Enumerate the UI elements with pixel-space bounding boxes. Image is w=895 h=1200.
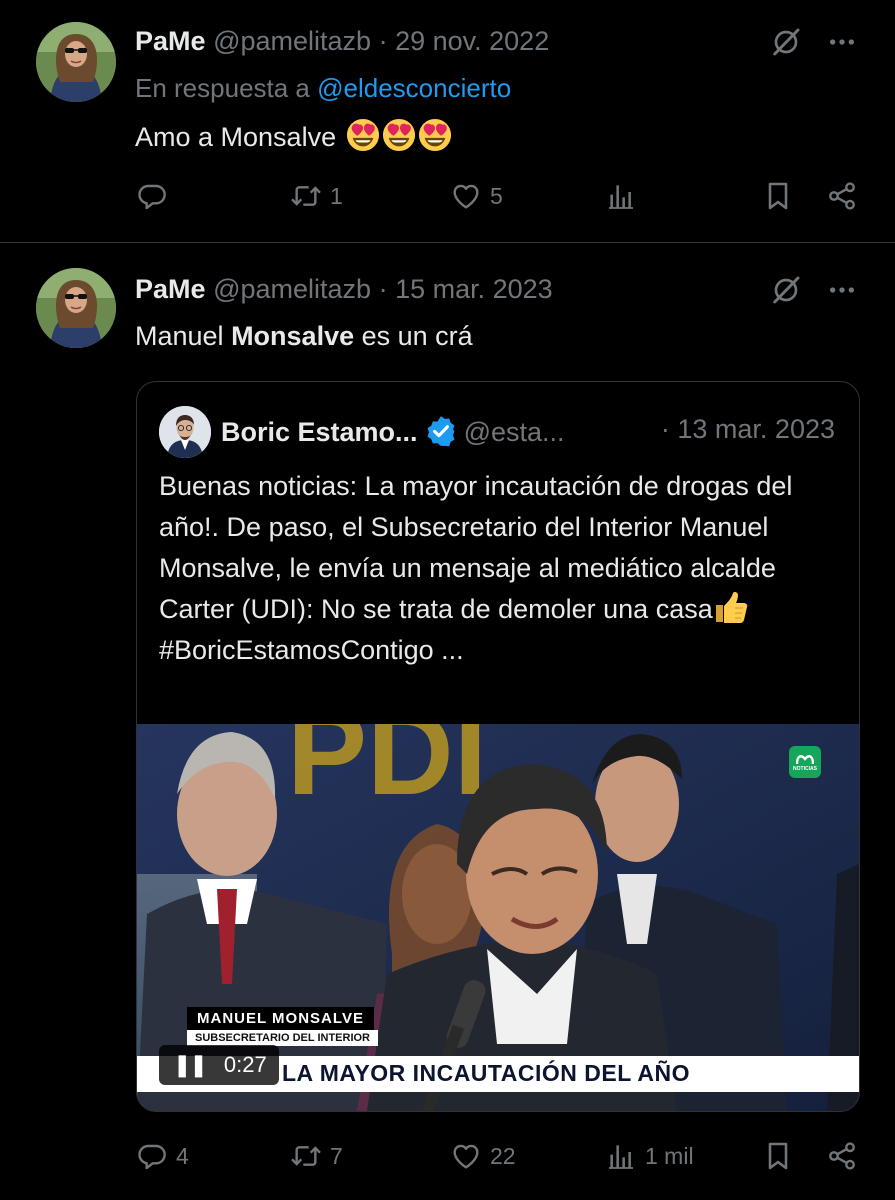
tweet-date[interactable]: 15 mar. 2023 — [395, 274, 553, 304]
reply-context: En respuesta a @eldesconcierto — [135, 73, 511, 104]
tweet-text-bold: Monsalve — [231, 321, 355, 351]
bookmark-icon — [762, 180, 794, 212]
tweet-text: Manuel Monsalve es un crá — [135, 321, 473, 352]
quoted-text-main: Buenas noticias: La mayor incautación de… — [159, 471, 793, 624]
retweet-button[interactable]: 7 — [290, 1140, 343, 1172]
retweet-count: 7 — [330, 1142, 343, 1169]
views-icon — [605, 180, 637, 212]
logo-text: NOTICIAS — [793, 765, 817, 772]
retweet-button[interactable]: 1 — [290, 180, 343, 212]
like-count: 5 — [490, 182, 503, 209]
avatar[interactable] — [159, 406, 211, 458]
share-button[interactable] — [826, 180, 858, 212]
video-player[interactable]: PDI NOTICIAS MANUEL MONSALVE SUBSECRETAR… — [137, 724, 859, 1111]
views-icon — [605, 1140, 637, 1172]
video-controls[interactable]: ❚❚ 0:27 — [159, 1045, 279, 1085]
more-icon[interactable] — [826, 274, 858, 311]
reply-count: 4 — [176, 1142, 189, 1169]
lower-third-name: MANUEL MONSALVE — [187, 1007, 374, 1030]
share-icon — [826, 180, 858, 212]
views-count: 1 mil — [645, 1142, 694, 1169]
views-button[interactable] — [605, 180, 637, 212]
tweet-header: PaMe @pamelitazb · 29 nov. 2022 — [135, 26, 549, 57]
reply-button[interactable] — [136, 180, 168, 212]
bookmark-button[interactable] — [762, 1140, 794, 1172]
channel-logo: NOTICIAS — [789, 746, 821, 778]
quoted-text-tail: #BoricEstamosContigo ... — [159, 635, 464, 665]
like-button[interactable]: 22 — [450, 1140, 516, 1172]
action-bar: 1 5 — [0, 180, 895, 220]
background-sign-text: PDI — [287, 724, 487, 820]
quoted-author-handle[interactable]: @esta... — [464, 417, 565, 447]
like-button[interactable]: 5 — [450, 180, 503, 212]
avatar[interactable] — [36, 268, 116, 348]
reply-prefix: En respuesta a — [135, 73, 310, 103]
heart-eyes-emoji — [382, 118, 416, 152]
tweet-1[interactable]: PaMe @pamelitazb · 29 nov. 2022 En respu… — [0, 0, 895, 242]
quoted-date[interactable]: · 13 mar. 2023 — [661, 414, 835, 445]
author-handle[interactable]: @pamelitazb — [213, 274, 371, 304]
bookmark-button[interactable] — [762, 180, 794, 212]
more-icon[interactable] — [826, 26, 858, 63]
tweet-text-part: es un crá — [354, 321, 473, 351]
heart-eyes-emoji — [346, 118, 380, 152]
views-button[interactable]: 1 mil — [605, 1140, 694, 1172]
quoted-author-name[interactable]: Boric Estamo... — [221, 417, 418, 447]
reply-icon — [136, 1140, 168, 1172]
tweet-header: PaMe @pamelitazb · 15 mar. 2023 — [135, 274, 553, 305]
action-bar: 4 7 22 1 mil — [0, 1140, 895, 1180]
author-handle[interactable]: @pamelitazb — [213, 26, 371, 56]
avatar[interactable] — [36, 22, 116, 102]
like-count: 22 — [490, 1142, 516, 1169]
reply-mention-link[interactable]: @eldesconcierto — [317, 73, 511, 103]
tweet-text-part: Manuel — [135, 321, 232, 351]
share-icon — [826, 1140, 858, 1172]
reply-button[interactable]: 4 — [136, 1140, 189, 1172]
like-icon — [450, 1140, 482, 1172]
tweet-date[interactable]: 29 nov. 2022 — [395, 26, 549, 56]
video-headline: LA MAYOR INCAUTACIÓN DEL AÑO — [282, 1060, 690, 1086]
retweet-count: 1 — [330, 182, 343, 209]
quoted-tweet[interactable]: Boric Estamo... @esta... · 13 mar. 2023 B… — [136, 381, 860, 1112]
reply-icon — [136, 180, 168, 212]
retweet-icon — [290, 1140, 322, 1172]
quoted-text: Buenas noticias: La mayor incautación de… — [159, 466, 849, 671]
lower-third-title: SUBSECRETARIO DEL INTERIOR — [187, 1030, 378, 1046]
heart-eyes-emoji — [418, 118, 452, 152]
video-time: 0:27 — [223, 1052, 267, 1077]
tweet-text: Amo a Monsalve — [135, 118, 452, 153]
author-name[interactable]: PaMe — [135, 26, 206, 56]
separator: · — [378, 274, 388, 304]
verified-badge-icon — [424, 414, 458, 448]
pause-icon[interactable]: ❚❚ — [173, 1052, 208, 1078]
grok-icon[interactable] — [770, 26, 802, 63]
bookmark-icon — [762, 1140, 794, 1172]
mega-logo-icon — [796, 754, 814, 764]
grok-icon[interactable] — [770, 274, 802, 311]
separator: · — [378, 26, 388, 56]
author-name[interactable]: PaMe — [135, 274, 206, 304]
thumbs-up-emoji — [713, 590, 749, 624]
share-button[interactable] — [826, 1140, 858, 1172]
like-icon — [450, 180, 482, 212]
retweet-icon — [290, 180, 322, 212]
tweet-text-content: Amo a Monsalve — [135, 122, 337, 152]
